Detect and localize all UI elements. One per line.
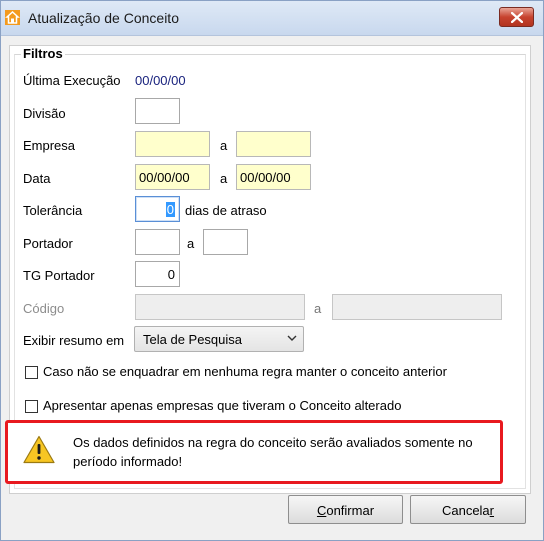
confirm-button[interactable]: Confirmar [288,495,403,524]
cancel-accelerator: r [489,503,495,518]
warning-icon [23,435,55,464]
exibir-resumo-selected: Tela de Pesquisa [143,332,243,347]
app-logo-icon [5,10,20,25]
divisao-label: Divisão [23,106,66,121]
manter-conceito-label: Caso não se enquadrar em nenhuma regra m… [43,364,447,379]
tolerancia-suffix: dias de atraso [185,203,267,218]
empresa-to-input[interactable] [236,131,311,157]
cancel-label-prefix: Cancela [441,503,490,518]
portador-label: Portador [23,236,73,251]
close-icon [511,12,523,23]
tolerancia-value: 0 [165,202,175,217]
portador-from-input[interactable] [135,229,180,255]
tolerancia-input[interactable]: 0 [135,196,180,222]
filters-legend: Filtros [21,46,65,61]
divisao-input[interactable] [135,98,180,124]
codigo-from-input [135,294,305,320]
title-bar[interactable]: Atualização de Conceito [1,1,543,36]
data-label: Data [23,171,51,186]
window-title: Atualização de Conceito [28,10,179,26]
tg-portador-input[interactable]: 0 [135,261,180,287]
confirm-accelerator: C [316,503,327,518]
data-range-separator: a [220,171,228,186]
tg-portador-label: TG Portador [23,268,95,283]
empresa-from-input[interactable] [135,131,210,157]
codigo-range-separator: a [314,301,322,316]
confirm-label-rest: onfirmar [326,503,375,518]
exibir-resumo-select[interactable]: Tela de Pesquisa [134,326,304,352]
apenas-alteradas-checkbox[interactable] [25,400,38,413]
ultima-execucao-value: 00/00/00 [135,73,186,88]
chevron-down-icon [287,335,297,341]
codigo-label: Código [23,301,65,316]
data-to-input[interactable]: 00/00/00 [236,164,311,190]
warning-text: Os dados definidos na regra do conceito … [73,435,473,469]
ultima-execucao-label: Última Execução [23,73,121,88]
tolerancia-label: Tolerância [23,203,83,218]
empresa-label: Empresa [23,138,76,153]
empresa-range-separator: a [220,138,228,153]
dialog-window: Atualização de Conceito Filtros Última E… [0,0,544,541]
close-button[interactable] [499,7,534,27]
portador-to-input[interactable] [203,229,248,255]
warning-message: Os dados definidos na regra do conceito … [5,420,503,484]
manter-conceito-checkbox[interactable] [25,366,38,379]
apenas-alteradas-label: Apresentar apenas empresas que tiveram o… [43,398,402,413]
data-from-input[interactable]: 00/00/00 [135,164,210,190]
exibir-resumo-label: Exibir resumo em [23,333,125,348]
cancel-button[interactable]: Cancelar [410,495,526,524]
portador-range-separator: a [187,236,195,251]
codigo-to-input [332,294,502,320]
